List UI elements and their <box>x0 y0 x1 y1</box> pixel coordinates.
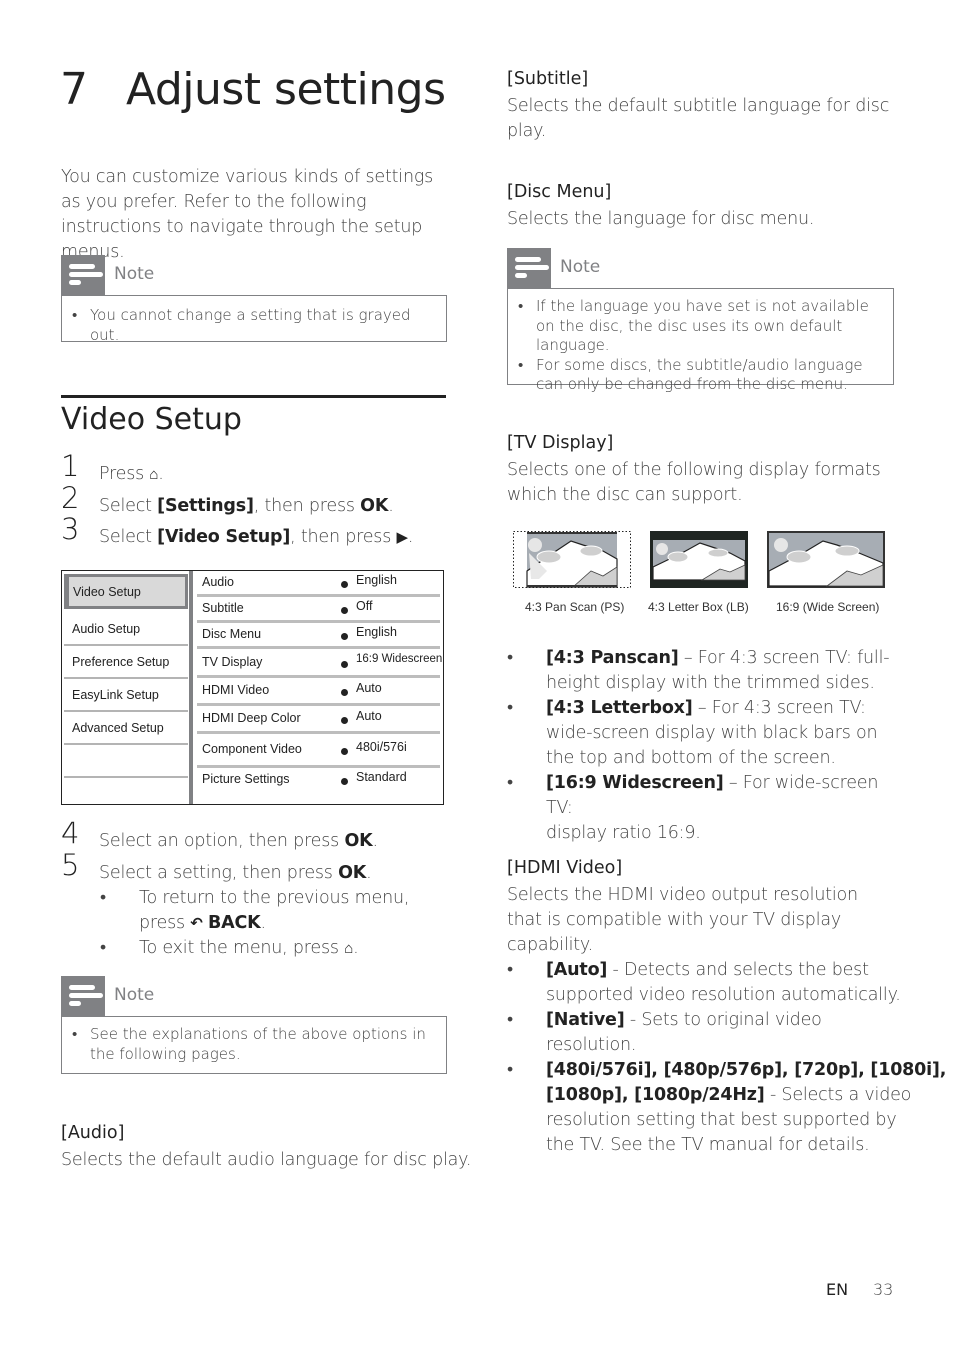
footer-language: EN <box>826 1280 849 1299</box>
option-value: 16:9 Widescreen <box>356 653 443 665</box>
disc-menu-description: Selects the language for disc menu. <box>507 209 815 229</box>
note-icon <box>507 248 551 288</box>
option-label: Disc Menu <box>202 627 262 641</box>
home-icon: ⌂ <box>344 939 354 957</box>
note-icon <box>61 976 105 1016</box>
chapter-number: 7 <box>60 64 88 115</box>
option-auto: [Auto] - Detects and selects the bestsup… <box>507 958 907 1008</box>
hdmi-video-options: [Auto] - Detects and selects the bestsup… <box>507 958 946 1158</box>
wide-screen-image <box>767 531 885 588</box>
option-label: Picture Settings <box>202 772 290 786</box>
home-icon: ⌂ <box>149 465 159 483</box>
section-divider <box>61 395 446 398</box>
bullet-back: To return to the previous menu,press ↶ B… <box>100 886 450 936</box>
bullet-dot-icon <box>341 581 348 588</box>
option-value: English <box>356 625 397 639</box>
menu-category: Advanced Setup <box>64 715 188 745</box>
option-value: Auto <box>356 709 382 723</box>
option-resolutions: [480i/576i], [480p/576p], [720p], [1080i… <box>507 1058 946 1158</box>
menu-option-row: Audio English <box>197 571 440 597</box>
bullet-dot-icon <box>341 607 348 614</box>
menu-option-row: Component Video 480i/576i <box>197 734 440 768</box>
note-label: Note <box>114 264 155 284</box>
note-label: Note <box>114 985 155 1005</box>
menu-categories: Video Setup Audio Setup Preference Setup Ea… <box>62 571 189 804</box>
menu-option-row: TV Display 16:9 Widescreen <box>197 649 443 678</box>
bullet-dot-icon <box>341 661 348 668</box>
note-language: Note If the language you have set is not… <box>507 248 894 393</box>
option-value: Auto <box>356 681 382 695</box>
option-value: 480i/576i <box>356 740 407 754</box>
bullet-dot-icon <box>341 748 348 755</box>
menu-category: EasyLink Setup <box>64 682 188 712</box>
menu-option-row: Disc Menu English <box>197 623 440 649</box>
option-native: [Native] - Sets to original videoresolut… <box>507 1008 907 1058</box>
menu-category: Preference Setup <box>64 649 188 679</box>
menu-options: Audio English Subtitle Off Disc Menu English T… <box>193 571 443 804</box>
bullet-dot-icon <box>341 717 348 724</box>
note-explanations: Note See the explanations of the above o… <box>61 976 447 1074</box>
step-number: 4 <box>61 816 80 850</box>
step-number: 2 <box>61 481 80 515</box>
bullet-exit: To exit the menu, press ⌂. <box>100 936 450 961</box>
step-number: 1 <box>61 449 80 483</box>
bullet-dot-icon <box>341 778 348 785</box>
note-label: Note <box>560 257 601 277</box>
menu-category <box>64 748 188 778</box>
menu-category <box>64 781 188 807</box>
tv-display-options: [4:3 Panscan] – For 4:3 screen TV: full-… <box>507 646 902 846</box>
audio-heading: [Audio] <box>61 1123 125 1143</box>
tv-display-heading: [TV Display] <box>507 433 614 453</box>
subtitle-description: Selects the default subtitle language fo… <box>507 96 890 141</box>
audio-description: Selects the default audio language for d… <box>61 1150 472 1170</box>
menu-category: Video Setup <box>64 574 188 609</box>
pan-scan-image <box>513 531 631 588</box>
step-5-bullets: To return to the previous menu,press ↶ B… <box>100 886 450 961</box>
hdmi-video-description: Selects the HDMI video output resolution… <box>507 885 858 955</box>
option-label: Component Video <box>202 742 302 756</box>
footer-page-number: 33 <box>873 1280 894 1299</box>
option-widescreen: [16:9 Widescreen] – For wide-screen TV:d… <box>507 771 902 846</box>
option-label: Subtitle <box>202 601 244 615</box>
note-item: For some discs, the subtitle/audio langu… <box>518 356 883 395</box>
menu-option-row: HDMI Deep Color Auto <box>197 706 440 734</box>
hdmi-video-heading: [HDMI Video] <box>507 858 623 878</box>
bullet-dot-icon <box>341 633 348 640</box>
note-item: See the explanations of the above option… <box>72 1025 436 1064</box>
chapter-title: Adjust settings <box>126 64 446 115</box>
letter-box-image <box>650 531 748 588</box>
setup-menu-illustration: Video Setup Audio Setup Preference Setup Ea… <box>61 570 444 805</box>
subtitle-heading: [Subtitle] <box>507 69 589 89</box>
note-item: If the language you have set is not avai… <box>518 297 883 356</box>
menu-category: Audio Setup <box>64 616 188 646</box>
option-label: TV Display <box>202 655 263 669</box>
option-value: Off <box>356 599 373 613</box>
wide-screen-caption: 16:9 (Wide Screen) <box>776 600 880 614</box>
tv-display-description: Selects one of the following display for… <box>507 460 881 505</box>
disc-menu-heading: [Disc Menu] <box>507 182 612 202</box>
bullet-dot-icon <box>341 689 348 696</box>
back-icon: ↶ <box>190 914 203 932</box>
section-title: Video Setup <box>61 402 242 437</box>
note-grayed-out: Note You cannot change a setting that is… <box>61 255 447 345</box>
menu-option-row: Picture Settings Standard <box>197 768 440 804</box>
option-label: HDMI Video <box>202 683 270 697</box>
option-value: English <box>356 573 397 587</box>
option-letterbox: [4:3 Letterbox] – For 4:3 screen TV:wide… <box>507 696 902 771</box>
option-value: Standard <box>356 770 407 784</box>
menu-option-row: Subtitle Off <box>197 597 440 623</box>
note-icon <box>61 255 105 295</box>
option-label: HDMI Deep Color <box>202 711 301 725</box>
step-number: 5 <box>61 848 80 882</box>
play-right-icon: ▶ <box>396 528 409 546</box>
intro-paragraph: You can customize various kinds of setti… <box>61 167 434 262</box>
option-panscan: [4:3 Panscan] – For 4:3 screen TV: full-… <box>507 646 902 696</box>
note-item: You cannot change a setting that is gray… <box>72 306 436 345</box>
step-number: 3 <box>61 512 80 546</box>
letter-box-caption: 4:3 Letter Box (LB) <box>648 600 749 614</box>
pan-scan-caption: 4:3 Pan Scan (PS) <box>525 600 625 614</box>
menu-option-row: HDMI Video Auto <box>197 678 440 706</box>
option-label: Audio <box>202 575 234 589</box>
